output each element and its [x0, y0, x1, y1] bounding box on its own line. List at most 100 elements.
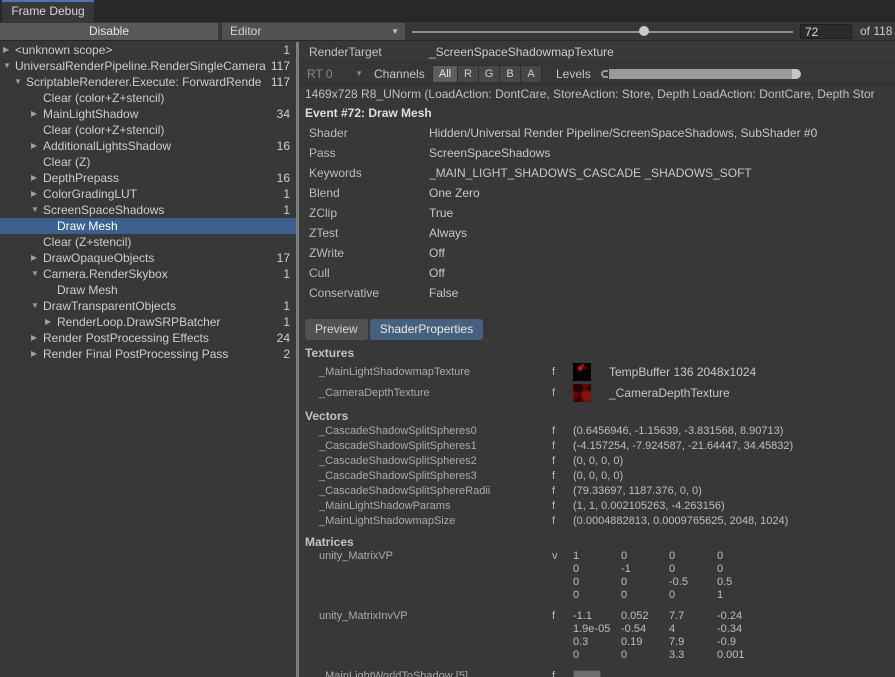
tree-item[interactable]: MainLightShadow 34 — [0, 106, 296, 122]
tree-item[interactable]: Draw Mesh — [0, 282, 296, 298]
channel-r-button[interactable]: R — [458, 65, 479, 83]
matrix-cell: 0 — [621, 589, 669, 602]
tree-item[interactable]: <unknown scope> 1 — [0, 42, 296, 58]
tree-item[interactable]: ColorGradingLUT 1 — [0, 186, 296, 202]
property-label: Cull — [299, 263, 429, 283]
expand-arrow-icon[interactable] — [31, 266, 43, 282]
matrix-cell: -1 — [621, 563, 669, 576]
tree-item[interactable]: RenderLoop.DrawSRPBatcher 1 — [0, 314, 296, 330]
tab-shader-properties[interactable]: ShaderProperties — [370, 319, 483, 340]
tree-item[interactable]: Camera.RenderSkybox 1 — [0, 266, 296, 282]
property-row: Conservative False — [299, 283, 895, 303]
vector-value: (0.6456946, -1.15639, -3.831568, 8.90713… — [573, 424, 783, 439]
render-target-value: _ScreenSpaceShadowmapTexture — [429, 42, 895, 62]
expand-arrow-icon[interactable] — [31, 346, 43, 362]
expand-arrow-icon[interactable] — [45, 314, 57, 330]
frame-debug-tab[interactable]: Frame Debug — [2, 0, 94, 22]
expand-matrix-array-button[interactable]: ... — [573, 670, 601, 677]
expand-arrow-icon[interactable] — [31, 138, 43, 154]
tree-item-label: ScriptableRenderer.Execute: ForwardRende — [26, 74, 271, 90]
tree-item-label: Clear (color+Z+stencil) — [43, 122, 290, 138]
matrices-section-header: Matrices — [299, 534, 895, 550]
expand-arrow-icon[interactable] — [31, 170, 43, 186]
property-value: Off — [429, 263, 895, 283]
matrix-cell: 0 — [669, 550, 717, 563]
tree-item-count: 16 — [277, 170, 296, 186]
expand-arrow-icon[interactable] — [31, 154, 43, 170]
expand-arrow-icon[interactable] — [31, 202, 43, 218]
texture-thumbnail[interactable] — [573, 384, 591, 402]
tab-preview[interactable]: Preview — [305, 319, 368, 340]
vector-row: _CascadeShadowSplitSphereRadii f (79.336… — [299, 484, 895, 499]
channel-b-button[interactable]: B — [500, 65, 521, 83]
tree-item[interactable]: DepthPrepass 16 — [0, 170, 296, 186]
vector-type: f — [552, 454, 573, 469]
tree-item[interactable]: Clear (color+Z+stencil) — [0, 122, 296, 138]
matrix-cell: -0.54 — [621, 623, 669, 636]
levels-slider-max-handle[interactable] — [792, 69, 801, 79]
expand-arrow-icon[interactable] — [31, 330, 43, 346]
expand-arrow-icon[interactable] — [31, 106, 43, 122]
tree-item[interactable]: Render PostProcessing Effects 24 — [0, 330, 296, 346]
tree-item-label: DrawOpaqueObjects — [43, 250, 277, 266]
rt-index-dropdown[interactable]: RT 0 ▼ — [303, 65, 369, 83]
tree-item[interactable]: DrawOpaqueObjects 17 — [0, 250, 296, 266]
property-row: Pass ScreenSpaceShadows — [299, 143, 895, 163]
tree-item-label: ScreenSpaceShadows — [43, 202, 283, 218]
tree-item[interactable]: ScriptableRenderer.Execute: ForwardRende… — [0, 74, 296, 90]
matrix-name: _MainLightWorldToShadow [5] — [299, 670, 552, 677]
tree-item[interactable]: Clear (Z+stencil) — [0, 234, 296, 250]
expand-arrow-icon[interactable] — [31, 122, 43, 138]
texture-thumbnail[interactable] — [573, 363, 591, 381]
target-dropdown[interactable]: Editor ▼ — [222, 23, 405, 40]
tree-item[interactable]: Clear (Z) — [0, 154, 296, 170]
channel-a-button[interactable]: A — [521, 65, 542, 83]
tree-item[interactable]: DrawTransparentObjects 1 — [0, 298, 296, 314]
matrix-type: v — [552, 550, 573, 563]
expand-arrow-icon[interactable] — [31, 186, 43, 202]
channels-label: Channels — [374, 63, 425, 85]
texture-type: f — [552, 387, 573, 399]
expand-arrow-icon[interactable] — [3, 42, 15, 58]
tree-item[interactable]: AdditionalLightsShadow 16 — [0, 138, 296, 154]
frame-slider[interactable] — [412, 22, 793, 41]
tree-item-label: DrawTransparentObjects — [43, 298, 283, 314]
channel-g-button[interactable]: G — [479, 65, 500, 83]
tree-item[interactable]: Clear (color+Z+stencil) — [0, 90, 296, 106]
expand-arrow-icon[interactable] — [31, 234, 43, 250]
levels-slider-min-handle[interactable] — [601, 70, 608, 78]
expand-arrow-icon[interactable] — [31, 90, 43, 106]
matrix-cell: 0 — [717, 550, 765, 563]
vector-row: _MainLightShadowmapSize f (0.0004882813,… — [299, 514, 895, 529]
expand-arrow-icon[interactable] — [31, 298, 43, 314]
expand-arrow-icon[interactable] — [45, 218, 57, 234]
frame-slider-track[interactable] — [412, 31, 793, 33]
matrix-cell: -0.24 — [717, 610, 765, 623]
tree-item[interactable]: UniversalRenderPipeline.RenderSingleCame… — [0, 58, 296, 74]
expand-arrow-icon[interactable] — [14, 74, 26, 90]
tree-item[interactable]: ScreenSpaceShadows 1 — [0, 202, 296, 218]
tree-item-label: Render PostProcessing Effects — [43, 330, 277, 346]
tree-item[interactable]: Render Final PostProcessing Pass 2 — [0, 346, 296, 362]
expand-arrow-icon[interactable] — [31, 250, 43, 266]
expand-arrow-icon[interactable] — [3, 58, 15, 74]
property-label: ZWrite — [299, 243, 429, 263]
frame-slider-handle[interactable] — [639, 26, 649, 36]
matrix-cell: -0.5 — [669, 576, 717, 589]
event-title: Event #72: Draw Mesh — [299, 104, 895, 123]
levels-slider[interactable] — [601, 69, 801, 79]
textures-rows: _MainLightShadowmapTexture f TempBuffer … — [299, 361, 895, 403]
tree-item[interactable]: Draw Mesh — [0, 218, 296, 234]
matrix-cell: 0.001 — [717, 649, 765, 662]
frame-total-label: of 118 — [860, 24, 892, 39]
channel-all-button[interactable]: All — [432, 65, 458, 83]
tree-item-label: Draw Mesh — [57, 218, 290, 234]
expand-arrow-icon[interactable] — [45, 282, 57, 298]
property-row: Cull Off — [299, 263, 895, 283]
matrix-cell: 1 — [717, 589, 765, 602]
frame-number-input[interactable] — [800, 24, 852, 39]
matrix-name: unity_MatrixInvVP — [299, 610, 552, 623]
matrix-cell: 0.5 — [717, 576, 765, 589]
disable-button[interactable]: Disable — [0, 23, 218, 40]
event-details-panel: RenderTarget _ScreenSpaceShadowmapTextur… — [299, 42, 895, 677]
